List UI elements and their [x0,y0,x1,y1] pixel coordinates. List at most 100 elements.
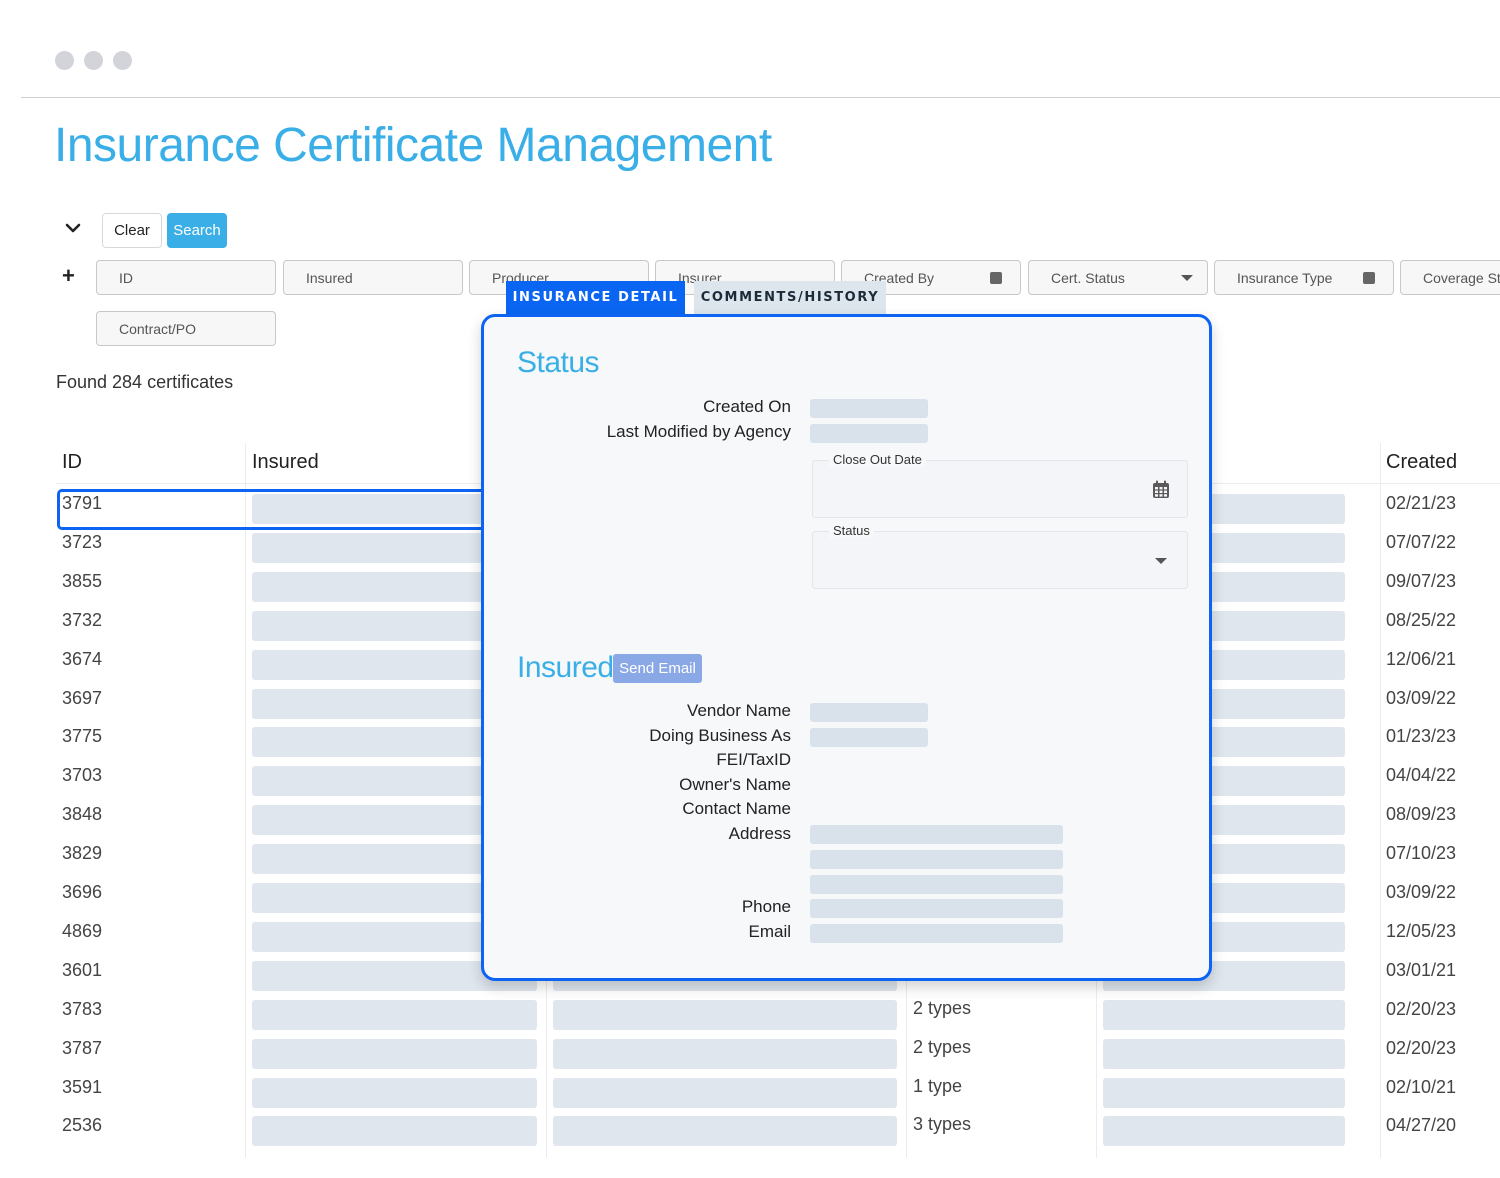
owners-name-label: Owner's Name [679,775,791,794]
row-id: 3697 [62,687,103,708]
insured-placeholder [252,999,537,1030]
header-divider [21,97,1500,98]
multiselect-square-icon [1363,272,1375,284]
row-id: 3775 [62,726,103,747]
column-divider [1380,443,1381,1158]
filter-cert-status-placeholder: Cert. Status [1051,270,1125,286]
filter-id[interactable]: ID [96,260,276,295]
clear-button[interactable]: Clear [102,213,162,248]
fei-taxid-label: FEI/TaxID [716,750,791,769]
email-value [810,924,1063,943]
row-id: 3855 [62,570,103,591]
tab-comments-history[interactable]: COMMENTS/HISTORY [694,281,886,314]
last-modified-label: Last Modified by Agency [606,422,791,441]
row-created-date: 02/20/23 [1386,1037,1457,1058]
insurance-detail-panel: Status Created On Last Modified by Agenc… [481,314,1212,981]
calendar-icon[interactable] [1152,480,1170,499]
vendor-name-label: Vendor Name [687,701,791,720]
producer-placeholder [553,1116,897,1147]
dba-value [810,728,928,747]
filter-insurance-type-placeholder: Insurance Type [1237,270,1333,286]
row-id: 3787 [62,1037,103,1058]
filter-coverage-status[interactable]: Coverage St [1400,260,1500,295]
insured-placeholder [252,1038,537,1069]
caret-down-icon [1181,275,1193,281]
row-created-date: 02/10/21 [1386,1076,1457,1097]
toggle-filters-button[interactable] [62,214,84,242]
row-created-date: 02/20/23 [1386,998,1457,1019]
filter-contract-po[interactable]: Contract/PO [96,311,276,346]
row-id: 4869 [62,920,103,941]
filter-insured[interactable]: Insured [283,260,463,295]
filter-id-placeholder: ID [119,269,133,286]
row-id: 3848 [62,804,103,825]
dba-label: Doing Business As [649,726,791,745]
insurer-placeholder [1103,1077,1345,1108]
insured-section-heading: Insured [517,651,614,684]
row-created-date: 09/07/23 [1386,570,1457,591]
insured-placeholder [252,1116,537,1147]
row-created-date: 02/21/23 [1386,493,1457,513]
producer-placeholder [553,1077,897,1108]
row-id: 3732 [62,609,103,630]
maximize-window-dot[interactable] [113,51,132,70]
row-created-date: 03/09/22 [1386,687,1457,708]
created-on-value [810,399,928,418]
row-created-date: 04/04/22 [1386,765,1457,786]
row-types: 1 type [913,1075,963,1096]
search-button[interactable]: Search [167,213,227,248]
minimize-window-dot[interactable] [84,51,103,70]
row-created-date: 07/07/22 [1386,531,1457,552]
status-select[interactable]: Status [812,523,1188,589]
created-on-label: Created On [703,397,791,416]
close-out-date-label: Close Out Date [829,452,926,467]
filter-insurance-type[interactable]: Insurance Type [1214,260,1394,295]
phone-label: Phone [741,897,791,916]
row-id: 2536 [62,1115,103,1136]
row-created-date: 12/05/23 [1386,920,1457,941]
address-line-2 [810,850,1063,869]
address-line-3 [810,875,1063,894]
row-types: 3 types [913,1114,972,1135]
results-count: Found 284 certificates [56,372,234,392]
phone-value [810,899,1063,918]
chevron-down-icon [65,223,81,233]
page-title: Insurance Certificate Management [54,119,772,172]
filter-cert-status[interactable]: Cert. Status [1028,260,1208,295]
send-email-button[interactable]: Send Email [613,654,702,683]
row-created-date: 12/06/21 [1386,648,1457,669]
status-section-heading: Status [517,346,600,379]
row-id: 3591 [62,1076,103,1097]
insurer-placeholder [1103,999,1345,1030]
address-label: Address [728,824,791,843]
row-created-date: 04/27/20 [1386,1115,1457,1136]
close-window-dot[interactable] [55,51,74,70]
contact-name-label: Contact Name [682,799,791,818]
row-types: 2 types [913,1036,972,1057]
row-id: 3703 [62,765,103,786]
window-controls [55,51,132,70]
tab-insurance-detail[interactable]: INSURANCE DETAIL [506,281,685,314]
vendor-name-value [810,703,928,722]
plus-icon[interactable]: + [62,263,75,289]
column-header-insured[interactable]: Insured [252,451,319,474]
insurer-placeholder [1103,1038,1345,1069]
close-out-date-field[interactable]: Close Out Date [812,452,1188,518]
insurer-placeholder [1103,1116,1345,1147]
last-modified-value [810,424,928,443]
column-header-id[interactable]: ID [62,451,82,474]
row-id: 3829 [62,843,103,864]
row-created-date: 07/10/23 [1386,843,1457,864]
row-id: 3783 [62,998,103,1019]
column-header-created[interactable]: Created [1386,451,1457,474]
email-label: Email [748,922,791,941]
row-types: 2 types [913,997,972,1018]
multiselect-square-icon [990,272,1002,284]
row-id: 3723 [62,531,103,552]
column-divider [245,443,246,1158]
filter-insured-placeholder: Insured [306,269,353,286]
row-created-date: 08/09/23 [1386,804,1457,825]
row-id: 3601 [62,959,103,980]
filter-contract-po-placeholder: Contract/PO [119,320,197,337]
row-created-date: 03/09/22 [1386,882,1457,902]
